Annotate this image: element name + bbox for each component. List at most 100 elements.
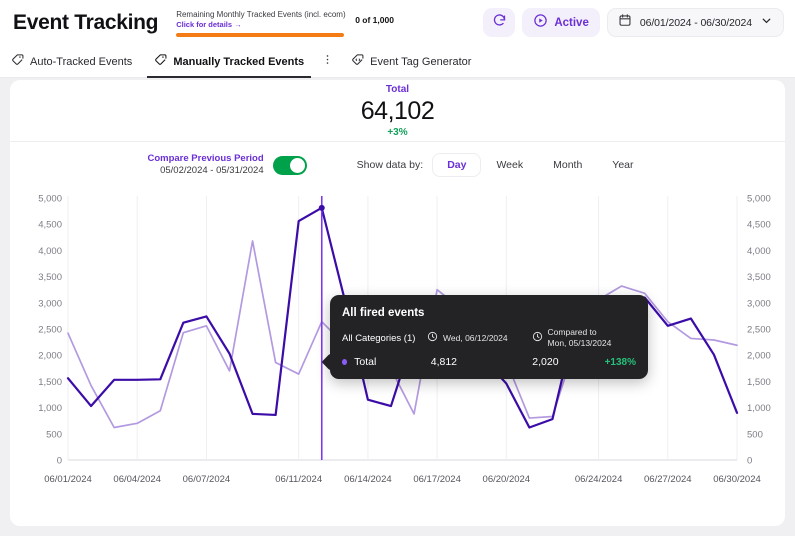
svg-text:06/04/2024: 06/04/2024 <box>113 474 161 485</box>
svg-text:3,500: 3,500 <box>38 272 62 283</box>
quota-count: 0 of 1,000 <box>355 15 394 25</box>
svg-text:1,500: 1,500 <box>747 377 771 388</box>
tooltip-compare-label: Compared to <box>548 327 612 338</box>
tab-event-tag-generator[interactable]: Event Tag Generator <box>340 46 482 78</box>
svg-text:06/24/2024: 06/24/2024 <box>575 474 623 485</box>
svg-text:06/14/2024: 06/14/2024 <box>344 474 392 485</box>
series-color-dot <box>342 359 347 365</box>
quota-details-link[interactable]: Click for details → <box>176 20 346 30</box>
quota-progress-fill <box>176 33 344 37</box>
summary-label: Total <box>386 83 409 96</box>
clock-icon <box>532 329 543 347</box>
summary-total: Total 64,102 +3% <box>10 80 785 142</box>
toggle-knob <box>290 158 305 173</box>
svg-text:4,000: 4,000 <box>38 246 62 257</box>
tab-overflow-menu-button[interactable] <box>315 53 340 71</box>
svg-text:0: 0 <box>747 456 752 467</box>
page-title: Event Tracking <box>13 11 158 35</box>
date-range-value: 06/01/2024 - 06/30/2024 <box>640 17 752 29</box>
line-chart[interactable]: 0 0 500 500 1,000 1,000 1,500 1,500 2,000 2,000 2,… <box>10 182 785 512</box>
granularity-option-month[interactable]: Month <box>539 154 596 176</box>
header-actions: Active 06/01/2024 - 06/30/2024 <box>483 8 784 37</box>
quota-widget: Remaining Monthly Tracked Events (incl. … <box>176 9 394 37</box>
tab-label: Event Tag Generator <box>370 56 471 68</box>
tooltip-compare-date-value: Mon, 05/13/2024 <box>548 338 612 349</box>
tab-label: Auto-Tracked Events <box>30 56 132 68</box>
compare-title: Compare Previous Period <box>147 153 263 165</box>
event-tracking-page: Event Tracking Remaining Monthly Tracked… <box>0 0 795 536</box>
svg-text:2,000: 2,000 <box>38 351 62 362</box>
tab-bar: Auto-Tracked Events Manually Tracked Eve… <box>0 46 795 78</box>
quota-text-block: Remaining Monthly Tracked Events (incl. … <box>176 9 346 37</box>
svg-text:0: 0 <box>57 456 62 467</box>
quota-progress-bar <box>176 33 344 37</box>
chart-controls: Compare Previous Period 05/02/2024 - 05/… <box>10 142 785 182</box>
tooltip-current-value: 4,812 <box>431 356 533 368</box>
svg-text:3,000: 3,000 <box>38 298 62 309</box>
svg-text:4,000: 4,000 <box>747 246 771 257</box>
chart-card: Total 64,102 +3% Compare Previous Period… <box>10 80 785 526</box>
svg-text:06/11/2024: 06/11/2024 <box>275 474 322 485</box>
tab-manually-tracked-events[interactable]: Manually Tracked Events <box>143 46 315 78</box>
granularity-option-year[interactable]: Year <box>598 154 647 176</box>
tag-code-icon <box>351 53 364 71</box>
svg-text:06/01/2024: 06/01/2024 <box>44 474 92 485</box>
chevron-down-icon <box>760 14 773 32</box>
svg-text:500: 500 <box>46 429 62 440</box>
show-data-by-label: Show data by: <box>357 159 424 171</box>
tooltip-date-value: Wed, 06/12/2024 <box>443 333 508 344</box>
tooltip-previous-value: 2,020 <box>532 356 604 368</box>
clock-icon <box>427 329 438 347</box>
tooltip-series-label: Total <box>354 356 431 368</box>
summary-value: 64,102 <box>361 96 434 126</box>
refresh-icon <box>492 13 507 33</box>
svg-text:2,500: 2,500 <box>747 325 771 336</box>
svg-text:1,000: 1,000 <box>38 403 62 414</box>
svg-text:2,500: 2,500 <box>38 325 62 336</box>
calendar-icon <box>618 13 632 32</box>
tab-label: Manually Tracked Events <box>173 56 304 68</box>
tab-auto-tracked-events[interactable]: Auto-Tracked Events <box>0 46 143 78</box>
quota-label: Remaining Monthly Tracked Events (incl. … <box>176 9 346 20</box>
svg-text:06/07/2024: 06/07/2024 <box>183 474 231 485</box>
granularity-option-week[interactable]: Week <box>482 154 537 176</box>
tooltip-compare-text: Compared to Mon, 05/13/2024 <box>548 327 612 349</box>
compare-toggle[interactable] <box>273 156 307 175</box>
granularity-option-day[interactable]: Day <box>433 154 480 176</box>
chart-tooltip: All fired events All Categories (1) Wed,… <box>330 295 648 379</box>
svg-text:500: 500 <box>747 429 763 440</box>
compare-range: 05/02/2024 - 05/31/2024 <box>147 165 263 177</box>
svg-text:4,500: 4,500 <box>38 220 62 231</box>
more-vertical-icon <box>321 53 334 71</box>
svg-text:1,000: 1,000 <box>747 403 771 414</box>
play-circle-icon <box>533 13 548 33</box>
granularity-segmented-control: Day Week Month Year <box>433 154 647 176</box>
compare-previous-period: Compare Previous Period 05/02/2024 - 05/… <box>147 153 306 177</box>
summary-delta: +3% <box>387 126 407 139</box>
tooltip-title: All fired events <box>342 305 636 322</box>
tooltip-category: All Categories (1) <box>342 333 427 344</box>
active-status-label: Active <box>554 17 589 29</box>
tag-icon <box>154 53 167 71</box>
tooltip-delta: +138% <box>605 357 636 368</box>
granularity-control: Show data by: Day Week Month Year <box>357 154 648 176</box>
tag-icon <box>11 53 24 71</box>
svg-text:06/30/2024: 06/30/2024 <box>713 474 761 485</box>
svg-text:3,000: 3,000 <box>747 298 771 309</box>
svg-text:06/20/2024: 06/20/2024 <box>483 474 531 485</box>
svg-text:1,500: 1,500 <box>38 377 62 388</box>
svg-text:06/27/2024: 06/27/2024 <box>644 474 692 485</box>
app-header: Event Tracking Remaining Monthly Tracked… <box>0 0 795 46</box>
tooltip-date: Wed, 06/12/2024 <box>427 329 532 347</box>
active-status-button[interactable]: Active <box>522 8 600 37</box>
tooltip-meta-row: All Categories (1) Wed, 06/12/2024 <box>342 327 636 349</box>
refresh-button[interactable] <box>483 8 515 37</box>
svg-text:3,500: 3,500 <box>747 272 771 283</box>
svg-text:2,000: 2,000 <box>747 351 771 362</box>
tooltip-series-row: Total 4,812 2,020 +138% <box>342 356 636 368</box>
svg-text:06/17/2024: 06/17/2024 <box>413 474 461 485</box>
tooltip-compare-date: Compared to Mon, 05/13/2024 <box>532 327 637 349</box>
compare-text: Compare Previous Period 05/02/2024 - 05/… <box>147 153 263 177</box>
date-range-picker[interactable]: 06/01/2024 - 06/30/2024 <box>607 8 784 37</box>
svg-text:4,500: 4,500 <box>747 220 771 231</box>
